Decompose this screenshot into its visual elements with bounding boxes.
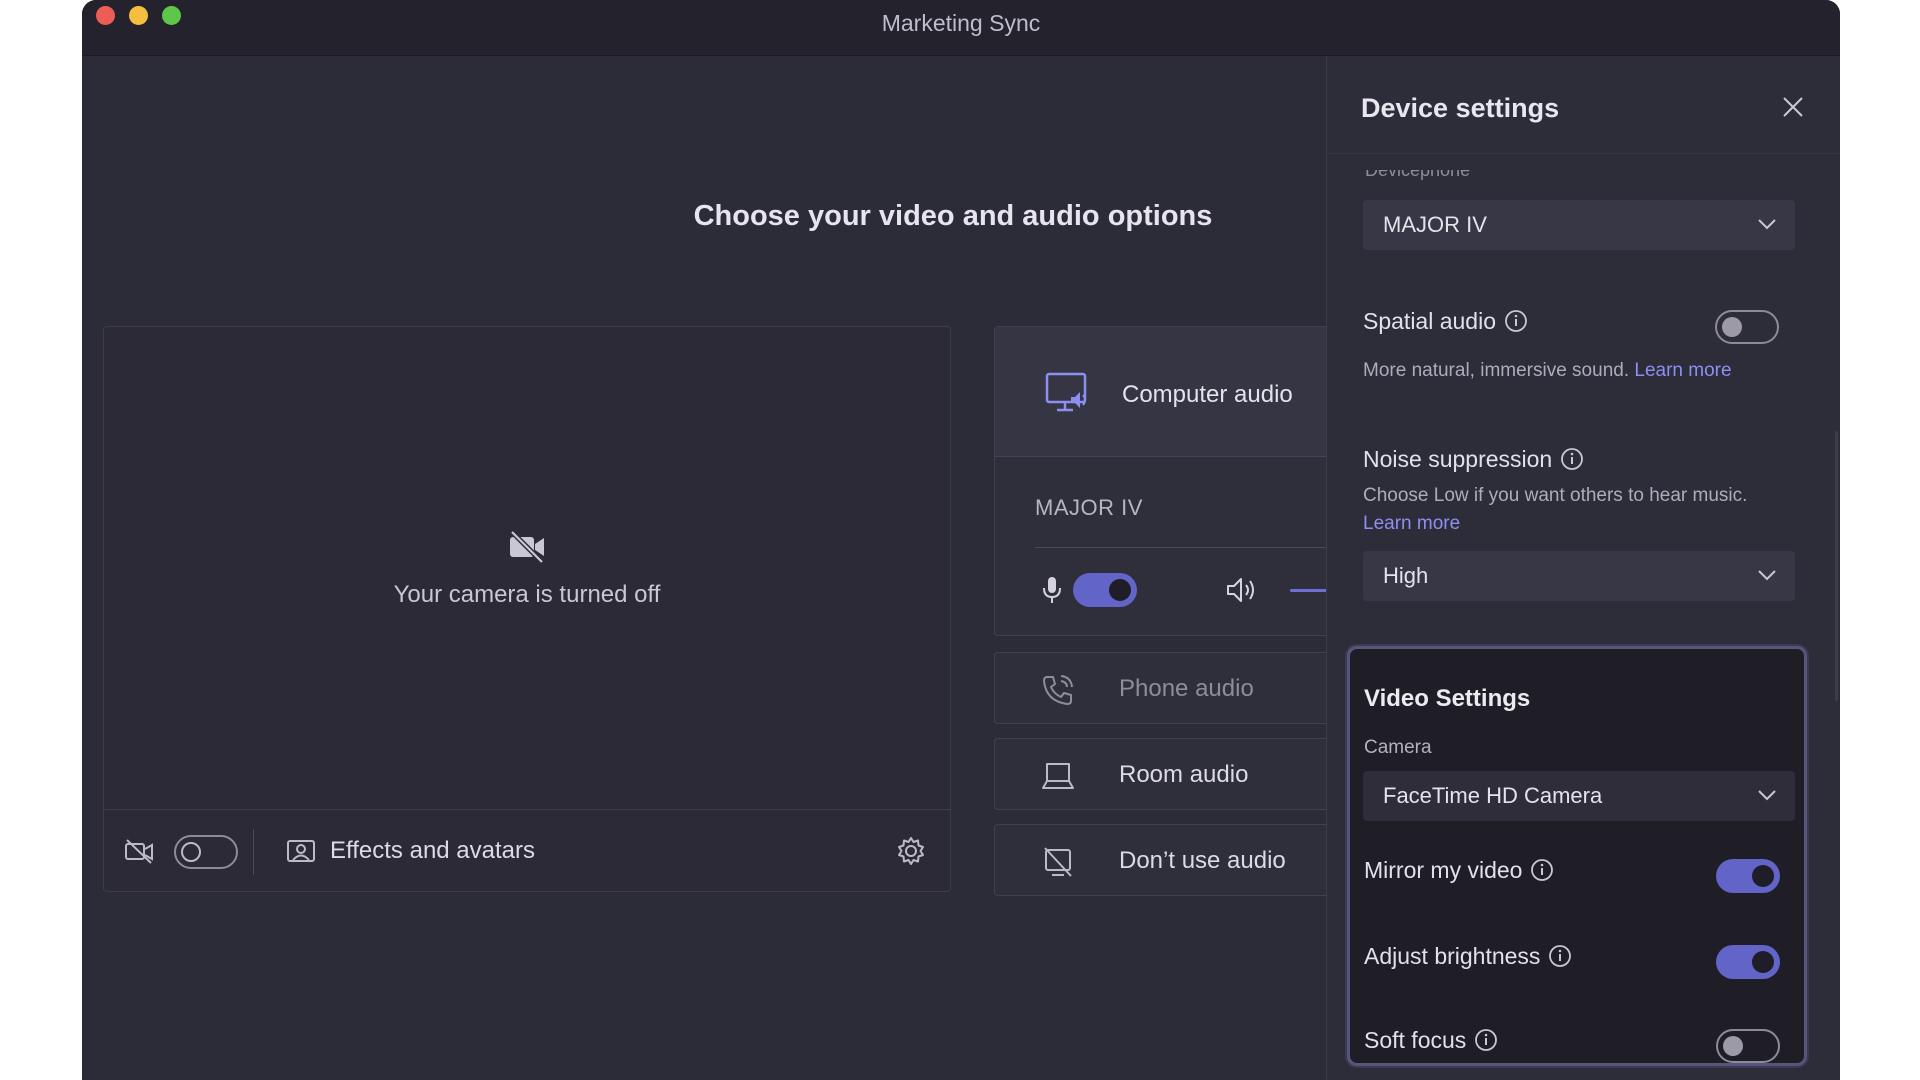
gear-icon[interactable] xyxy=(895,835,927,867)
toggle-knob xyxy=(1723,1036,1743,1056)
computer-audio-option[interactable]: Computer audio MAJOR IV xyxy=(994,326,1335,636)
phone-audio-option[interactable]: Phone audio xyxy=(994,652,1334,724)
mirror-video-row: Mirror my video xyxy=(1364,857,1554,884)
chevron-down-icon xyxy=(1758,219,1776,230)
adjust-brightness-row: Adjust brightness xyxy=(1364,943,1572,970)
info-icon[interactable] xyxy=(1560,447,1584,471)
spatial-audio-desc-text: More natural, immersive sound. xyxy=(1363,360,1630,381)
audio-device-name: MAJOR IV xyxy=(1035,495,1143,520)
camera-off-icon xyxy=(125,839,153,864)
soft-focus-row: Soft focus xyxy=(1364,1027,1498,1054)
info-icon[interactable] xyxy=(1474,1028,1498,1052)
spatial-audio-description: More natural, immersive sound. Learn mor… xyxy=(1363,357,1793,385)
panel-title: Device settings xyxy=(1361,93,1560,123)
close-icon[interactable] xyxy=(1780,94,1806,120)
phone-audio-label: Phone audio xyxy=(1119,675,1254,702)
computer-audio-icon xyxy=(1045,372,1087,412)
noise-suppression-description: Choose Low if you want others to hear mu… xyxy=(1363,482,1763,538)
camera-off-icon xyxy=(510,530,544,564)
camera-select[interactable]: FaceTime HD Camera xyxy=(1363,771,1795,821)
toggle-knob xyxy=(181,842,201,862)
title-bar: Marketing Sync xyxy=(82,0,1840,56)
video-settings-section: Video Settings Camera FaceTime HD Camera… xyxy=(1347,646,1807,1066)
no-audio-icon xyxy=(1044,847,1072,877)
computer-audio-label: Computer audio xyxy=(1122,381,1293,408)
no-audio-option[interactable]: Don’t use audio xyxy=(994,824,1334,896)
adjust-brightness-label: Adjust brightness xyxy=(1364,943,1541,969)
camera-toggle[interactable] xyxy=(174,835,238,869)
info-icon[interactable] xyxy=(1548,944,1572,968)
noise-suppression-value: High xyxy=(1383,563,1429,588)
no-audio-label: Don’t use audio xyxy=(1119,847,1286,874)
divider xyxy=(1035,547,1335,548)
toggle-knob xyxy=(1109,579,1131,601)
panel-scrollbar[interactable] xyxy=(1835,431,1838,701)
video-preview: Your camera is turned off Effects and av… xyxy=(103,326,951,892)
preview-toolbar: Effects and avatars xyxy=(104,811,950,893)
noise-suppression-desc-text: Choose Low if you want others to hear mu… xyxy=(1363,485,1748,506)
phone-icon xyxy=(1043,675,1073,705)
chevron-down-icon xyxy=(1758,570,1776,581)
preview-area: Your camera is turned off xyxy=(104,327,950,810)
divider xyxy=(253,829,254,875)
learn-more-link[interactable]: Learn more xyxy=(1363,513,1460,534)
window-title: Marketing Sync xyxy=(881,10,1041,36)
video-settings-title: Video Settings xyxy=(1364,685,1531,712)
toggle-knob xyxy=(1752,865,1774,887)
microphone-icon xyxy=(1043,577,1061,603)
app-window: Marketing Sync Choose your video and aud… xyxy=(82,0,1840,1080)
adjust-brightness-toggle[interactable] xyxy=(1716,945,1780,979)
noise-suppression-label: Noise suppression xyxy=(1363,446,1553,472)
effects-icon xyxy=(287,840,315,862)
mirror-video-label: Mirror my video xyxy=(1364,857,1523,883)
spatial-audio-row: Spatial audio xyxy=(1363,308,1528,335)
chevron-down-icon xyxy=(1758,790,1776,801)
camera-select-value: FaceTime HD Camera xyxy=(1383,783,1603,808)
panel-header: Device settings xyxy=(1327,56,1840,154)
noise-suppression-select[interactable]: High xyxy=(1363,551,1795,601)
speaker-icon xyxy=(1227,578,1254,602)
camera-label: Camera xyxy=(1364,737,1432,758)
room-audio-option[interactable]: Room audio xyxy=(994,738,1334,810)
info-icon[interactable] xyxy=(1504,309,1528,333)
info-icon[interactable] xyxy=(1530,858,1554,882)
speaker-select-value: MAJOR IV xyxy=(1383,212,1487,237)
noise-suppression-row: Noise suppression xyxy=(1363,446,1584,473)
microphone-toggle[interactable] xyxy=(1073,573,1137,607)
room-audio-label: Room audio xyxy=(1119,761,1249,788)
soft-focus-label: Soft focus xyxy=(1364,1027,1467,1053)
speaker-label: Devicephone xyxy=(1365,170,1471,180)
effects-and-avatars-button[interactable]: Effects and avatars xyxy=(330,837,535,865)
learn-more-link[interactable]: Learn more xyxy=(1634,360,1731,381)
speaker-select[interactable]: MAJOR IV xyxy=(1363,200,1795,250)
mirror-video-toggle[interactable] xyxy=(1716,859,1780,893)
device-settings-panel: Device settings Devicephone MAJOR IV Spa… xyxy=(1326,56,1840,1080)
room-device-icon xyxy=(1042,763,1074,789)
camera-off-message: Your camera is turned off xyxy=(393,581,661,608)
toggle-knob xyxy=(1752,951,1774,973)
spatial-audio-label: Spatial audio xyxy=(1363,308,1496,334)
toggle-knob xyxy=(1722,317,1742,337)
computer-audio-header[interactable]: Computer audio xyxy=(995,327,1334,457)
spatial-audio-toggle[interactable] xyxy=(1715,310,1779,344)
soft-focus-toggle[interactable] xyxy=(1716,1029,1780,1063)
